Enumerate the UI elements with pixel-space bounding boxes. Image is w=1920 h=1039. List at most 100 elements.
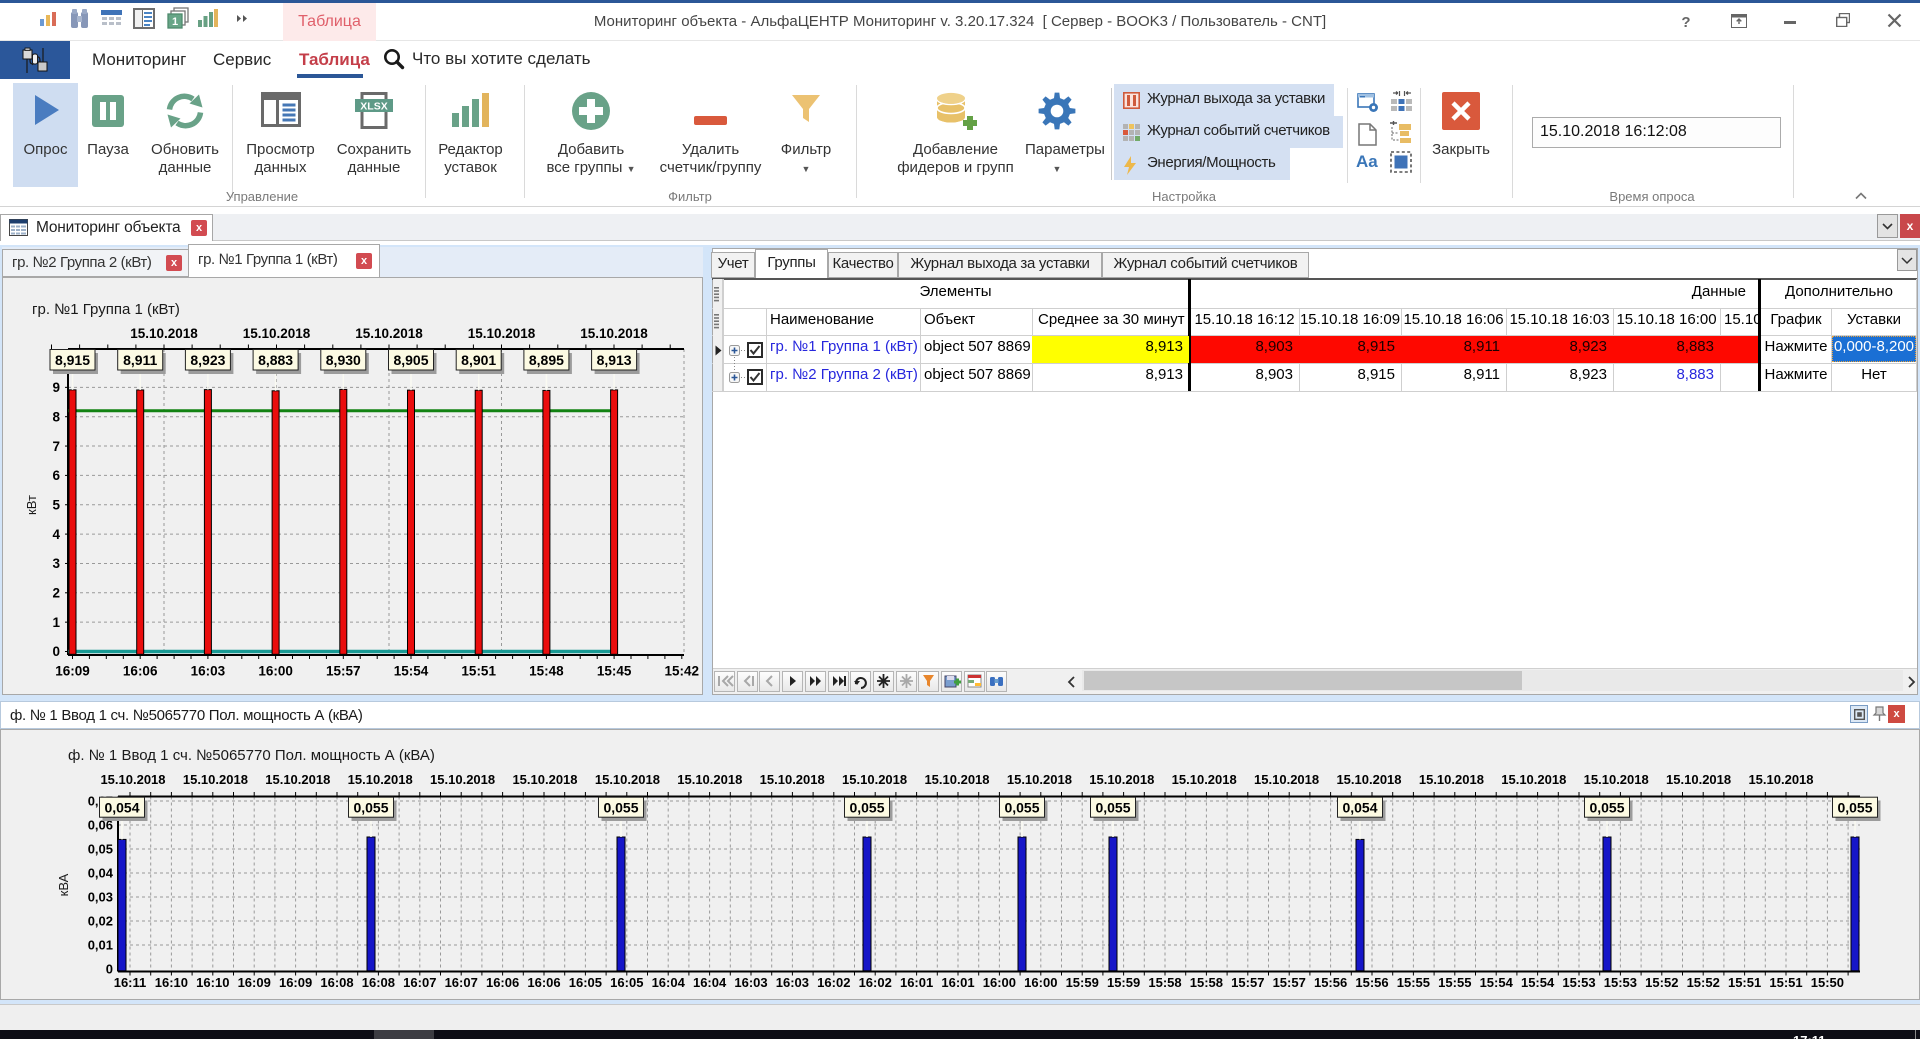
svg-text:15.10.2018: 15.10.2018 xyxy=(1584,772,1649,787)
svg-text:ф. № 1 Ввод 1 сч. №5065770 Пол: ф. № 1 Ввод 1 сч. №5065770 Пол. мощность… xyxy=(68,747,435,764)
svg-text:15.10.2018: 15.10.2018 xyxy=(243,326,311,341)
svg-text:1: 1 xyxy=(52,615,60,630)
svg-text:0,04: 0,04 xyxy=(88,866,114,881)
svg-text:5: 5 xyxy=(52,497,60,512)
svg-text:16:06: 16:06 xyxy=(486,975,519,990)
svg-text:0,055: 0,055 xyxy=(849,800,884,816)
svg-text:15.10.2018: 15.10.2018 xyxy=(1666,772,1731,787)
svg-text:8,930: 8,930 xyxy=(326,352,361,368)
svg-text:кВА: кВА xyxy=(56,873,71,896)
svg-text:16:08: 16:08 xyxy=(320,975,353,990)
svg-text:16:04: 16:04 xyxy=(652,975,686,990)
svg-text:16:04: 16:04 xyxy=(693,975,727,990)
svg-text:8,913: 8,913 xyxy=(597,352,632,368)
svg-text:8,895: 8,895 xyxy=(529,352,564,368)
svg-text:16:00: 16:00 xyxy=(983,975,1016,990)
svg-text:16:09: 16:09 xyxy=(279,975,312,990)
svg-text:8: 8 xyxy=(52,409,60,424)
svg-text:15.10.2018: 15.10.2018 xyxy=(1172,772,1237,787)
svg-text:7: 7 xyxy=(52,439,60,454)
svg-text:0: 0 xyxy=(52,644,60,659)
svg-text:15:55: 15:55 xyxy=(1397,975,1430,990)
svg-text:16:05: 16:05 xyxy=(569,975,602,990)
svg-text:4: 4 xyxy=(52,527,60,542)
svg-text:15.10.2018: 15.10.2018 xyxy=(677,772,742,787)
svg-text:15:56: 15:56 xyxy=(1314,975,1347,990)
svg-text:15:54: 15:54 xyxy=(1521,975,1555,990)
svg-text:15.10.2018: 15.10.2018 xyxy=(512,772,577,787)
svg-text:0,055: 0,055 xyxy=(1095,800,1130,816)
svg-text:9: 9 xyxy=(52,380,60,395)
svg-text:16:09: 16:09 xyxy=(238,975,271,990)
svg-text:16:07: 16:07 xyxy=(403,975,436,990)
svg-text:3: 3 xyxy=(52,556,60,571)
svg-text:16:02: 16:02 xyxy=(817,975,850,990)
svg-text:0,055: 0,055 xyxy=(1837,800,1872,816)
svg-text:15.10.2018: 15.10.2018 xyxy=(348,772,413,787)
svg-text:16:09: 16:09 xyxy=(55,664,90,679)
svg-text:15.10.2018: 15.10.2018 xyxy=(1419,772,1484,787)
svg-text:15.10.2018: 15.10.2018 xyxy=(1336,772,1401,787)
svg-text:16:10: 16:10 xyxy=(155,975,188,990)
svg-text:15:48: 15:48 xyxy=(529,664,564,679)
svg-text:16:02: 16:02 xyxy=(859,975,892,990)
svg-text:6: 6 xyxy=(52,468,60,483)
svg-text:0,055: 0,055 xyxy=(1589,800,1624,816)
svg-text:16:03: 16:03 xyxy=(776,975,809,990)
svg-text:8,901: 8,901 xyxy=(461,352,496,368)
svg-text:15.10.2018: 15.10.2018 xyxy=(1254,772,1319,787)
svg-text:15:58: 15:58 xyxy=(1148,975,1181,990)
svg-text:0,054: 0,054 xyxy=(104,800,139,816)
svg-text:16:00: 16:00 xyxy=(1024,975,1057,990)
svg-text:15.10.2018: 15.10.2018 xyxy=(355,326,423,341)
svg-text:16:03: 16:03 xyxy=(734,975,767,990)
svg-text:8,883: 8,883 xyxy=(258,352,293,368)
svg-text:16:08: 16:08 xyxy=(362,975,395,990)
svg-text:15:54: 15:54 xyxy=(394,664,429,679)
svg-text:8,923: 8,923 xyxy=(190,352,225,368)
svg-text:15:42: 15:42 xyxy=(665,664,700,679)
svg-text:0,054: 0,054 xyxy=(1342,800,1377,816)
svg-text:16:06: 16:06 xyxy=(123,664,158,679)
svg-text:15:51: 15:51 xyxy=(1728,975,1761,990)
svg-text:15.10.2018: 15.10.2018 xyxy=(580,326,648,341)
svg-text:15.10.2018: 15.10.2018 xyxy=(1501,772,1566,787)
svg-text:16:00: 16:00 xyxy=(258,664,293,679)
svg-text:0,01: 0,01 xyxy=(88,938,113,953)
svg-text:0,055: 0,055 xyxy=(603,800,638,816)
svg-text:15:53: 15:53 xyxy=(1562,975,1595,990)
svg-text:8,905: 8,905 xyxy=(393,352,428,368)
svg-text:кВт: кВт xyxy=(24,495,39,515)
svg-text:15.10.2018: 15.10.2018 xyxy=(265,772,330,787)
svg-text:15.10.2018: 15.10.2018 xyxy=(595,772,660,787)
svg-text:15.10.2018: 15.10.2018 xyxy=(1748,772,1813,787)
svg-text:15.10.2018: 15.10.2018 xyxy=(1007,772,1072,787)
svg-text:15:51: 15:51 xyxy=(461,664,496,679)
svg-text:16:11: 16:11 xyxy=(114,975,147,990)
svg-text:16:10: 16:10 xyxy=(196,975,229,990)
svg-text:16:05: 16:05 xyxy=(610,975,643,990)
svg-text:0,02: 0,02 xyxy=(88,914,113,929)
svg-text:15:53: 15:53 xyxy=(1604,975,1637,990)
svg-text:0,03: 0,03 xyxy=(88,890,113,905)
svg-text:XLSX: XLSX xyxy=(360,101,387,113)
svg-text:15:55: 15:55 xyxy=(1438,975,1471,990)
svg-text:15:57: 15:57 xyxy=(1231,975,1264,990)
svg-text:0,05: 0,05 xyxy=(88,842,113,857)
svg-text:16:01: 16:01 xyxy=(900,975,933,990)
svg-text:15:57: 15:57 xyxy=(1273,975,1306,990)
svg-text:0,055: 0,055 xyxy=(1004,800,1039,816)
svg-text:16:01: 16:01 xyxy=(941,975,974,990)
svg-text:16:06: 16:06 xyxy=(527,975,560,990)
svg-text:0,055: 0,055 xyxy=(353,800,388,816)
svg-text:15:54: 15:54 xyxy=(1480,975,1514,990)
svg-text:15:59: 15:59 xyxy=(1107,975,1140,990)
svg-text:15.10.2018: 15.10.2018 xyxy=(100,772,165,787)
svg-text:15.10.2018: 15.10.2018 xyxy=(1089,772,1154,787)
svg-text:16:03: 16:03 xyxy=(191,664,226,679)
svg-text:15:52: 15:52 xyxy=(1645,975,1678,990)
svg-text:15.10.2018: 15.10.2018 xyxy=(842,772,907,787)
svg-text:8,915: 8,915 xyxy=(55,352,90,368)
svg-text:?: ? xyxy=(1681,14,1690,30)
svg-text:0: 0 xyxy=(106,962,113,977)
